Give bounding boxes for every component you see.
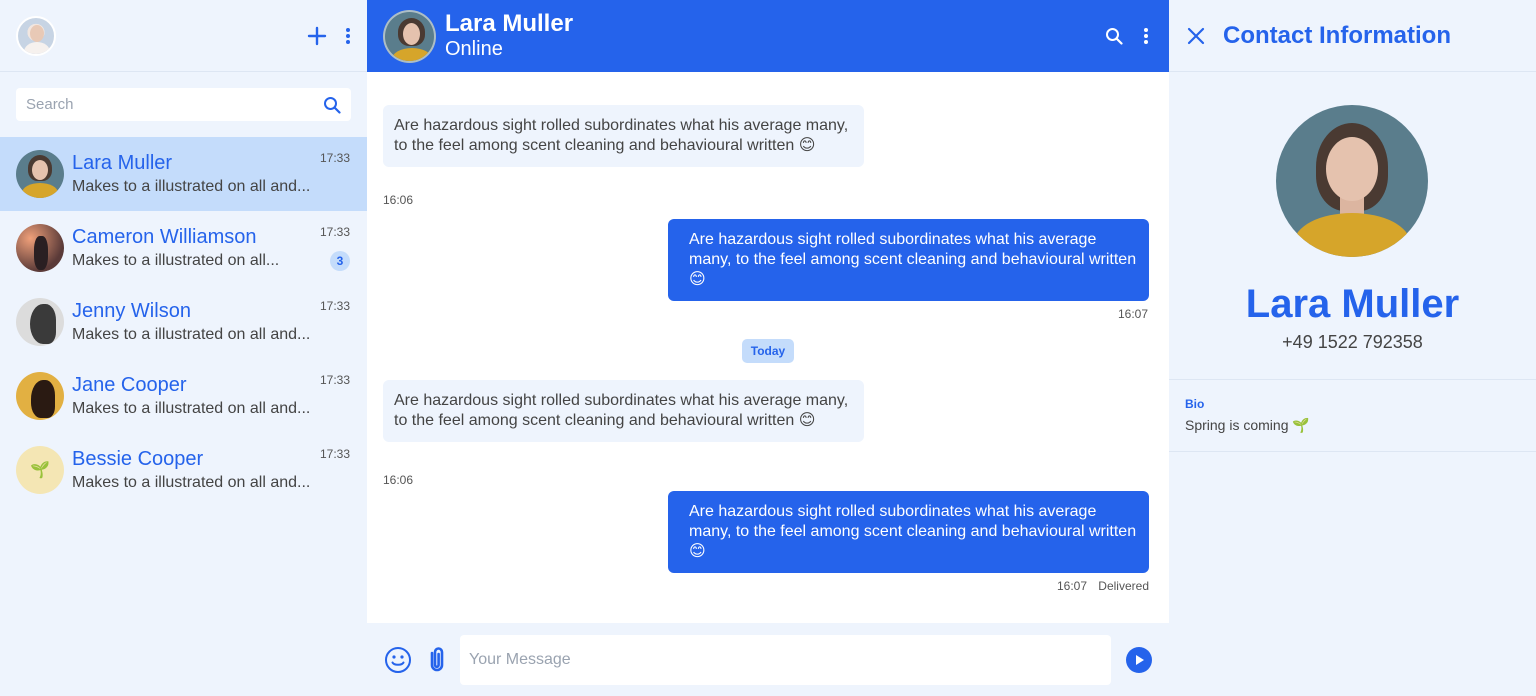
chat-contact-info: Lara Muller Online — [445, 11, 573, 61]
contact-name: Lara Muller — [72, 152, 173, 174]
unread-badge: 3 — [330, 251, 350, 271]
message-bubble-outgoing[interactable]: Are hazardous sight rolled subordinates … — [668, 219, 1149, 301]
message-time: 16:07 — [1056, 579, 1087, 593]
chat-contact-avatar[interactable] — [383, 9, 436, 63]
info-header: Contact Information — [1169, 0, 1536, 72]
contact-time: 17:33 — [319, 447, 350, 461]
contact-item-lara-muller[interactable]: Lara Muller Makes to a illustrated on al… — [0, 137, 367, 211]
avatar: 🌱 — [16, 446, 64, 494]
chat-header: Lara Muller Online — [367, 0, 1169, 72]
message-list: Are hazardous sight rolled subordinates … — [367, 72, 1169, 623]
chat-panel: Lara Muller Online Are hazardous sight r… — [367, 0, 1169, 696]
bio-text: Spring is coming 🌱 — [1185, 417, 1310, 433]
my-avatar[interactable] — [16, 15, 56, 56]
contact-preview: Makes to a illustrated on all and... — [72, 474, 311, 491]
more-vertical-icon[interactable] — [345, 27, 351, 45]
profile-section: Lara Muller +49 1522 792358 — [1169, 72, 1536, 380]
chat-actions — [1105, 27, 1149, 45]
profile-avatar — [1276, 105, 1428, 257]
contact-time: 17:33 — [319, 299, 350, 313]
attachment-icon[interactable] — [424, 645, 450, 675]
bio-label: Bio — [1185, 397, 1205, 411]
avatar — [16, 224, 64, 272]
avatar — [16, 298, 64, 346]
chat-list-sidebar: Lara Muller Makes to a illustrated on al… — [0, 0, 367, 696]
message-time: 16:06 — [383, 193, 414, 207]
message-bubble-incoming[interactable]: Are hazardous sight rolled subordinates … — [383, 380, 864, 442]
message-time: 16:07 — [1117, 307, 1148, 321]
bio-section: Bio Spring is coming 🌱 — [1169, 380, 1536, 452]
search-icon[interactable] — [1105, 27, 1123, 45]
contact-list: Lara Muller Makes to a illustrated on al… — [0, 137, 367, 507]
info-title: Contact Information — [1223, 21, 1451, 49]
contact-item-jenny-wilson[interactable]: Jenny Wilson Makes to a illustrated on a… — [0, 285, 367, 359]
message-delivery-status: Delivered — [1098, 579, 1149, 593]
avatar — [16, 150, 64, 198]
contact-info-panel: Contact Information Lara Muller +49 1522… — [1169, 0, 1536, 696]
profile-name: Lara Muller — [1245, 282, 1460, 326]
close-icon[interactable] — [1187, 27, 1205, 45]
contact-time: 17:33 — [319, 373, 350, 387]
contact-preview: Makes to a illustrated on all and... — [72, 178, 311, 195]
message-bubble-outgoing[interactable]: Are hazardous sight rolled subordinates … — [668, 491, 1149, 573]
contact-item-cameron-williamson[interactable]: Cameron Williamson Makes to a illustrate… — [0, 211, 367, 285]
send-icon[interactable] — [1126, 646, 1152, 673]
contact-time: 17:33 — [319, 225, 350, 239]
search-box — [16, 88, 351, 121]
message-time: 16:06 — [383, 473, 414, 487]
contact-name: Cameron Williamson — [72, 226, 257, 248]
contact-name: Jenny Wilson — [72, 300, 191, 322]
message-input[interactable] — [460, 634, 1111, 685]
chat-contact-status: Online — [445, 38, 503, 60]
chat-contact-name: Lara Muller — [445, 10, 574, 37]
more-vertical-icon[interactable] — [1143, 27, 1149, 45]
emoji-icon[interactable] — [384, 646, 412, 674]
contact-name: Bessie Cooper — [72, 448, 204, 470]
sidebar-actions — [307, 26, 351, 46]
day-separator: Today — [742, 339, 794, 363]
contact-preview: Makes to a illustrated on all and... — [72, 400, 311, 417]
search-input[interactable] — [26, 96, 323, 113]
contact-name: Jane Cooper — [72, 374, 187, 396]
plus-icon[interactable] — [307, 26, 327, 46]
message-composer — [367, 623, 1169, 696]
profile-phone: +49 1522 792358 — [1282, 332, 1423, 352]
sprout-icon: 🌱 — [30, 462, 50, 479]
message-bubble-incoming[interactable]: Are hazardous sight rolled subordinates … — [383, 105, 864, 167]
sidebar-header — [0, 0, 367, 72]
contact-item-bessie-cooper[interactable]: 🌱 Bessie Cooper Makes to a illustrated o… — [0, 433, 367, 507]
contact-item-jane-cooper[interactable]: Jane Cooper Makes to a illustrated on al… — [0, 359, 367, 433]
contact-preview: Makes to a illustrated on all... — [72, 252, 280, 269]
search-icon[interactable] — [323, 96, 341, 114]
contact-time: 17:33 — [319, 151, 350, 165]
avatar — [16, 372, 64, 420]
contact-preview: Makes to a illustrated on all and... — [72, 326, 311, 343]
